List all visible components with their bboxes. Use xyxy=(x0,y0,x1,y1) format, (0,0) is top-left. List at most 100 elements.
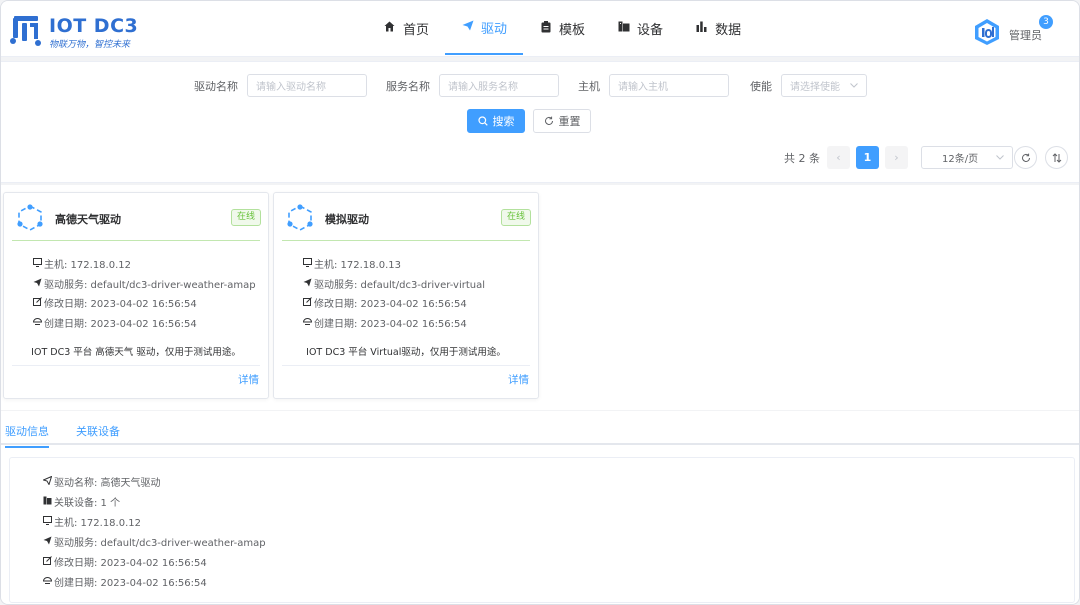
detail-name-text: 驱动名称: 高德天气驱动 xyxy=(54,478,161,489)
divider xyxy=(282,240,530,241)
driver-card[interactable]: 模拟驱动 在线 主机: 172.18.0.13 驱动服务: default/dc… xyxy=(273,192,539,399)
refresh-button[interactable] xyxy=(1014,146,1037,169)
edit-icon xyxy=(302,296,312,309)
notification-badge: 3 xyxy=(1039,15,1053,29)
host-input[interactable]: 请输入主机 xyxy=(609,74,729,97)
field-label: 主机 xyxy=(578,79,600,93)
nav-label: 驱动 xyxy=(481,21,508,37)
detail-service-text: 驱动服务: default/dc3-driver-weather-amap xyxy=(54,538,266,549)
divider xyxy=(12,365,260,366)
enable-select[interactable]: 请选择使能 xyxy=(781,74,867,97)
nav-label: 首页 xyxy=(403,22,430,38)
service-name-input[interactable]: 请输入服务名称 xyxy=(439,74,559,97)
card-host-text: 主机: 172.18.0.12 xyxy=(44,260,131,271)
field-label: 驱动名称 xyxy=(194,79,238,93)
driver-card-list: 高德天气驱动 在线 主机: 172.18.0.12 驱动服务: default/… xyxy=(1,185,1079,410)
details-link[interactable]: 详情 xyxy=(508,372,529,387)
logo-icon xyxy=(10,16,41,46)
sort-button[interactable] xyxy=(1045,146,1068,169)
card-created: 创建日期: 2023-04-02 16:56:54 xyxy=(302,315,467,330)
card-updated-text: 修改日期: 2023-04-02 16:56:54 xyxy=(314,299,467,310)
host-field: 主机 请输入主机 xyxy=(578,74,729,97)
next-page-button[interactable]: › xyxy=(885,146,908,169)
detail-tabs: 驱动信息 关联设备 xyxy=(1,411,1079,448)
page-size-select[interactable]: 12条/页 xyxy=(921,146,1013,169)
divider xyxy=(12,240,260,241)
nav-item-device[interactable]: 设备 xyxy=(601,1,679,55)
card-service-text: 驱动服务: default/dc3-driver-virtual xyxy=(314,280,486,291)
prev-page-button[interactable]: ‹ xyxy=(827,146,850,169)
detail-devices: 关联设备: 1 个 xyxy=(42,494,120,509)
search-button-label: 搜索 xyxy=(492,115,515,128)
main-nav: 首页 驱动 模板 设备 数据 xyxy=(367,1,757,55)
chat-icon xyxy=(42,576,52,588)
reset-button-label: 重置 xyxy=(558,115,581,128)
tab-related-devices[interactable]: 关联设备 xyxy=(76,423,120,439)
card-service: 驱动服务: default/dc3-driver-virtual xyxy=(302,276,485,291)
detail-created: 创建日期: 2023-04-02 16:56:54 xyxy=(42,574,207,589)
reset-button[interactable]: 重置 xyxy=(533,109,591,133)
user-menu[interactable]: 管理员 3 xyxy=(973,15,1053,46)
monitor-icon xyxy=(32,257,42,270)
search-icon xyxy=(477,116,488,126)
service-name-field: 服务名称 请输入服务名称 xyxy=(386,74,559,97)
sort-icon xyxy=(1052,152,1061,163)
card-title: 高德天气驱动 xyxy=(55,213,121,226)
top-header: IOT DC3 物联万物，智控未来 首页 驱动 模板 设备 数据 管理员 3 xyxy=(1,1,1079,57)
card-host-text: 主机: 172.18.0.13 xyxy=(314,260,401,271)
card-created-text: 创建日期: 2023-04-02 16:56:54 xyxy=(314,319,467,330)
app-frame: IOT DC3 物联万物，智控未来 首页 驱动 模板 设备 数据 管理员 3 驱… xyxy=(0,0,1080,605)
card-created-text: 创建日期: 2023-04-02 16:56:54 xyxy=(44,319,197,330)
send-icon xyxy=(302,278,312,290)
refresh-icon xyxy=(544,116,553,125)
card-title: 模拟驱动 xyxy=(325,213,369,226)
card-host: 主机: 172.18.0.13 xyxy=(302,256,401,271)
monitor-icon xyxy=(42,515,52,528)
send-icon xyxy=(42,536,52,548)
page-size-value: 12条/页 xyxy=(942,154,979,165)
chat-icon xyxy=(32,317,42,329)
card-service: 驱动服务: default/dc3-driver-weather-amap xyxy=(32,276,256,291)
nav-label: 设备 xyxy=(637,22,664,38)
tab-driver-info[interactable]: 驱动信息 xyxy=(5,423,49,448)
driver-icon xyxy=(17,204,43,231)
chevron-down-icon xyxy=(996,155,1004,160)
nav-item-template[interactable]: 模板 xyxy=(523,1,601,55)
detail-service: 驱动服务: default/dc3-driver-weather-amap xyxy=(42,534,266,549)
card-service-text: 驱动服务: default/dc3-driver-weather-amap xyxy=(44,280,256,291)
card-description: IOT DC3 平台 Virtual驱动，仅用于测试用途。 xyxy=(306,347,506,358)
send-icon xyxy=(461,20,474,34)
refresh-icon xyxy=(1021,153,1030,162)
avatar xyxy=(975,19,999,45)
detail-created-text: 创建日期: 2023-04-02 16:56:54 xyxy=(54,578,207,589)
edit-icon xyxy=(42,555,52,568)
card-host: 主机: 172.18.0.12 xyxy=(32,256,131,271)
detail-name: 驱动名称: 高德天气驱动 xyxy=(41,474,161,489)
detail-updated: 修改日期: 2023-04-02 16:56:54 xyxy=(42,554,207,569)
nav-item-driver[interactable]: 驱动 xyxy=(445,1,524,55)
detail-host-text: 主机: 172.18.0.12 xyxy=(54,518,141,529)
nav-label: 数据 xyxy=(715,22,742,38)
driver-name-input[interactable]: 请输入驱动名称 xyxy=(247,74,367,97)
nav-item-home[interactable]: 首页 xyxy=(367,1,445,55)
search-panel: 驱动名称 请输入驱动名称 服务名称 请输入服务名称 主机 请输入主机 使能 请选… xyxy=(1,61,1079,183)
nav-item-data[interactable]: 数据 xyxy=(679,1,757,55)
user-name: 管理员 xyxy=(1009,29,1042,42)
card-description: IOT DC3 平台 高德天气 驱动，仅用于测试用途。 xyxy=(31,347,241,358)
chat-icon xyxy=(302,317,312,329)
page-number-1[interactable]: 1 xyxy=(856,146,879,169)
status-badge: 在线 xyxy=(500,209,531,226)
card-updated: 修改日期: 2023-04-02 16:56:54 xyxy=(32,295,197,310)
card-header: 模拟驱动 在线 xyxy=(274,193,538,241)
monitor-icon xyxy=(302,257,312,270)
search-button[interactable]: 搜索 xyxy=(467,109,525,133)
detail-updated-text: 修改日期: 2023-04-02 16:56:54 xyxy=(54,558,207,569)
details-link[interactable]: 详情 xyxy=(238,372,259,387)
nav-label: 模板 xyxy=(559,22,586,38)
logo[interactable]: IOT DC3 物联万物，智控未来 xyxy=(9,13,139,50)
logo-slogan: 物联万物，智控未来 xyxy=(49,40,131,50)
driver-card[interactable]: 高德天气驱动 在线 主机: 172.18.0.12 驱动服务: default/… xyxy=(3,192,269,399)
send-icon xyxy=(32,278,42,290)
status-badge: 在线 xyxy=(230,209,261,226)
clipboard-icon xyxy=(539,20,552,36)
